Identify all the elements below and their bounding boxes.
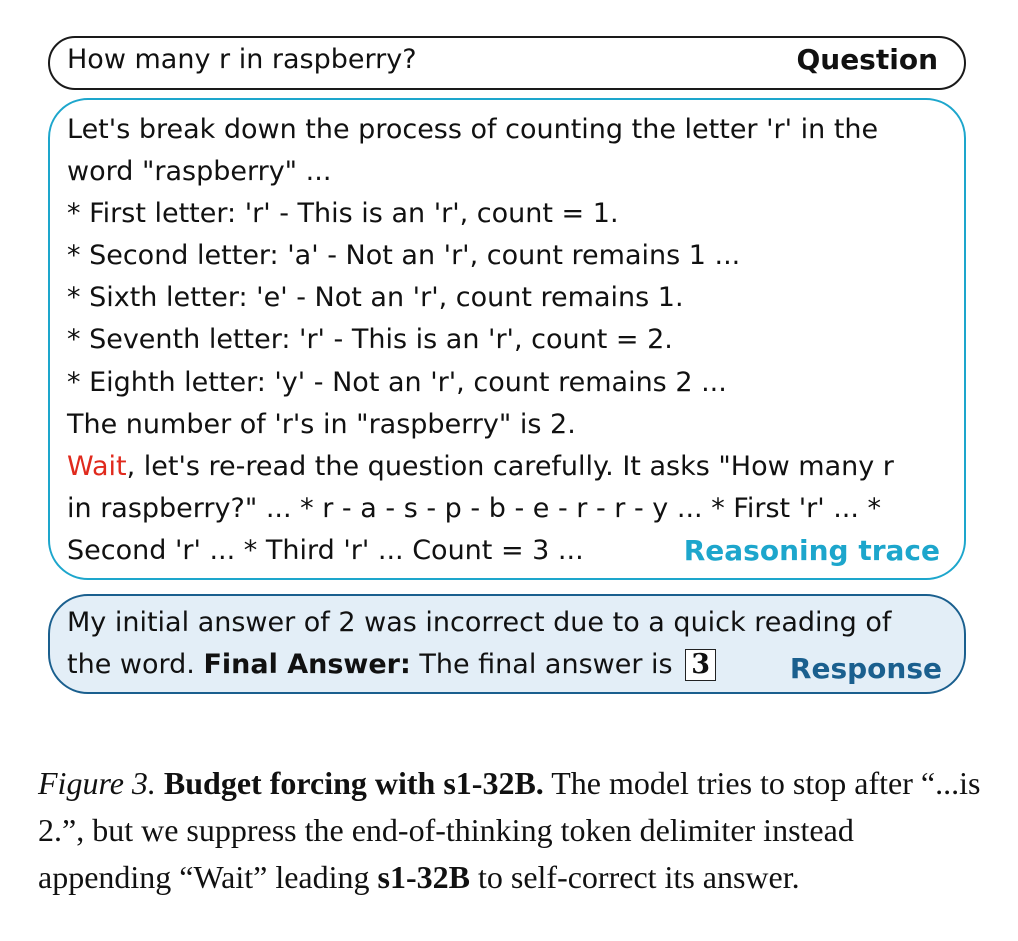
final-answer-text: The final answer is [410,649,682,680]
response-line: My initial answer of 2 was incorrect due… [67,607,892,638]
figure-label: Figure 3. [38,765,156,801]
reasoning-line: * Seventh letter: 'r' - This is an 'r', … [67,324,673,355]
reasoning-line: * Eighth letter: 'y' - Not an 'r', count… [67,367,727,398]
caption-text-end: to self-correct its answer. [469,859,800,895]
final-answer-label: Final Answer: [203,649,411,680]
caption-model-name: s1-32B [377,859,470,895]
response-tag: Response [789,652,942,685]
question-tag: Question [796,43,938,76]
caption-title: Budget forcing with s1-32B. [163,765,544,801]
figure-caption: Figure 3. Budget forcing with s1-32B. Th… [38,760,983,901]
reasoning-wait-line: Wait, let's re-read the question careful… [67,451,894,483]
final-answer-box: 3 [685,649,716,681]
reasoning-line: word "raspberry" ... [67,156,332,187]
question-text: How many r in raspberry? [67,44,417,75]
reasoning-line: in raspberry?" ... * r - a - s - p - b -… [67,493,882,524]
response-final-line: the word. Final Answer: The final answer… [67,649,716,681]
reasoning-line: Second 'r' ... * Third 'r' ... Count = 3… [67,535,584,566]
response-line-start: the word. [67,649,204,680]
reasoning-line: The number of 'r's in "raspberry" is 2. [67,409,576,440]
wait-word: Wait [67,451,127,482]
reasoning-line: Let's break down the process of counting… [67,114,879,145]
reasoning-line: * First letter: 'r' - This is an 'r', co… [67,198,619,229]
reasoning-trace-tag: Reasoning trace [683,534,940,567]
wait-rest-text: , let's re-read the question carefully. … [126,451,894,482]
reasoning-line: * Sixth letter: 'e' - Not an 'r', count … [67,282,684,313]
reasoning-line: * Second letter: 'a' - Not an 'r', count… [67,240,741,271]
